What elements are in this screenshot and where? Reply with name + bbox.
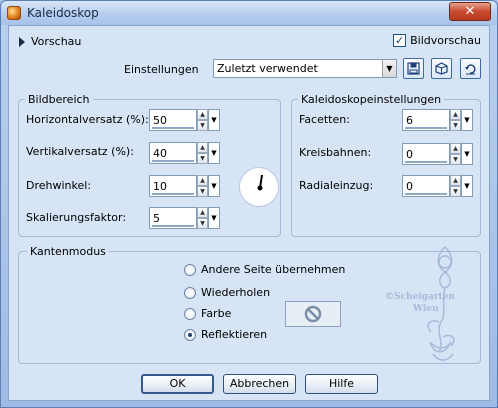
preview-checkbox-row[interactable]: ✓ Bildvorschau xyxy=(393,34,481,47)
watermark-text-1: ©Scheigarten xyxy=(385,292,455,302)
spin-arrows[interactable]: ▲ ▼ xyxy=(450,109,461,131)
edge-option-reflect-label: Reflektieren xyxy=(201,328,268,341)
scale-field[interactable]: 5 ▲ ▼ ▼ xyxy=(149,207,221,229)
help-button[interactable]: Hilfe xyxy=(305,374,378,394)
spin-down-icon[interactable]: ▼ xyxy=(197,153,208,164)
cancel-button[interactable]: Abbrechen xyxy=(223,374,296,394)
watermark-logo: ©Scheigarten Wien xyxy=(375,242,485,372)
reset-button[interactable] xyxy=(431,58,452,79)
radio-reflect[interactable] xyxy=(184,328,196,341)
edge-option-wrap-label: Andere Seite übernehmen xyxy=(201,263,346,276)
watermark-text-2: Wien xyxy=(413,304,439,314)
vertical-offset-label: Vertikalversatz (%): xyxy=(26,145,134,158)
undo-icon xyxy=(465,64,476,75)
spin-up-icon[interactable]: ▲ xyxy=(450,109,461,120)
no-color-icon xyxy=(304,305,322,323)
horizontal-offset-field[interactable]: 50 ▲ ▼ ▼ xyxy=(149,109,221,131)
edge-option-reflect[interactable]: Reflektieren xyxy=(184,328,267,341)
preview-toggle[interactable]: Vorschau xyxy=(19,35,81,48)
facets-field[interactable]: 6 ▲ ▼ ▼ xyxy=(402,109,474,131)
rotation-field[interactable]: 10 ▲ ▼ ▼ xyxy=(149,175,221,197)
radio-color[interactable] xyxy=(184,307,196,320)
spin-down-icon[interactable]: ▼ xyxy=(450,154,461,165)
spin-arrows[interactable]: ▲ ▼ xyxy=(450,143,461,165)
preview-checkbox-label: Bildvorschau xyxy=(410,34,481,47)
scale-label: Skalierungsfaktor: xyxy=(26,211,127,224)
spin-down-icon[interactable]: ▼ xyxy=(197,186,208,197)
radio-repeat[interactable] xyxy=(184,286,196,299)
dropdown-arrow-icon[interactable]: ▼ xyxy=(208,142,220,164)
dropdown-arrow-icon[interactable]: ▼ xyxy=(382,60,396,77)
preview-checkbox[interactable]: ✓ xyxy=(393,34,407,47)
dropdown-arrow-icon[interactable]: ▼ xyxy=(208,175,220,197)
rotation-dial[interactable] xyxy=(239,167,279,207)
title-bar[interactable]: Kaleidoskop ✕ xyxy=(1,1,497,25)
radial-suction-label: Radialeinzug: xyxy=(299,179,374,192)
horizontal-offset-input[interactable]: 50 xyxy=(149,109,197,131)
settings-dropdown[interactable]: Zuletzt verwendet ▼ xyxy=(213,59,397,78)
spin-arrows[interactable]: ▲ ▼ xyxy=(197,142,208,164)
close-button[interactable]: ✕ xyxy=(449,2,491,21)
spin-down-icon[interactable]: ▼ xyxy=(197,218,208,229)
spin-up-icon[interactable]: ▲ xyxy=(197,207,208,218)
ok-button[interactable]: OK xyxy=(141,374,214,394)
spin-down-icon[interactable]: ▼ xyxy=(197,120,208,131)
edge-option-color[interactable]: Farbe xyxy=(184,307,231,320)
horizontal-offset-label: Horizontalversatz (%): xyxy=(26,113,149,126)
spin-up-icon[interactable]: ▲ xyxy=(197,175,208,186)
bildbereich-title: Bildbereich xyxy=(25,93,93,106)
facets-input[interactable]: 6 xyxy=(402,109,450,131)
dialog-window: Kaleidoskop ✕ Vorschau ✓ Bildvorschau Ei… xyxy=(0,0,498,408)
scale-input[interactable]: 5 xyxy=(149,207,197,229)
spin-up-icon[interactable]: ▲ xyxy=(197,109,208,120)
kantenmodus-title: Kantenmodus xyxy=(27,245,109,258)
radio-wrap[interactable] xyxy=(184,263,196,276)
radial-suction-field[interactable]: 0 ▲ ▼ ▼ xyxy=(402,175,474,197)
undo-button[interactable] xyxy=(460,58,481,79)
expand-triangle-icon xyxy=(19,36,25,47)
orbits-input[interactable]: 0 xyxy=(402,143,450,165)
dropdown-arrow-icon[interactable]: ▼ xyxy=(208,207,220,229)
rotation-label: Drehwinkel: xyxy=(26,179,92,192)
edge-color-swatch[interactable] xyxy=(285,301,341,327)
orbits-label: Kreisbahnen: xyxy=(299,146,372,159)
edge-option-wrap[interactable]: Andere Seite übernehmen xyxy=(184,263,345,276)
vertical-offset-input[interactable]: 40 xyxy=(149,142,197,164)
dropdown-arrow-icon[interactable]: ▼ xyxy=(461,143,473,165)
kaleido-title: Kaleidoskopeinstellungen xyxy=(298,93,445,106)
radial-suction-input[interactable]: 0 xyxy=(402,175,450,197)
edge-option-color-label: Farbe xyxy=(201,307,232,320)
spin-down-icon[interactable]: ▼ xyxy=(450,186,461,197)
dial-needle-icon xyxy=(257,174,263,191)
window-title: Kaleidoskop xyxy=(27,6,99,20)
settings-label: Einstellungen xyxy=(124,63,199,76)
spin-arrows[interactable]: ▲ ▼ xyxy=(197,175,208,197)
edge-option-repeat-label: Wiederholen xyxy=(201,286,271,299)
save-preset-button[interactable] xyxy=(403,58,424,79)
dropdown-arrow-icon[interactable]: ▼ xyxy=(461,175,473,197)
spin-up-icon[interactable]: ▲ xyxy=(450,143,461,154)
facets-label: Facetten: xyxy=(299,113,350,126)
spin-down-icon[interactable]: ▼ xyxy=(450,120,461,131)
spin-arrows[interactable]: ▲ ▼ xyxy=(197,109,208,131)
settings-dropdown-value: Zuletzt verwendet xyxy=(217,62,318,75)
kaleidoscope-app-icon xyxy=(7,6,21,20)
dropdown-arrow-icon[interactable]: ▼ xyxy=(208,109,220,131)
reset-icon xyxy=(435,62,448,75)
rotation-input[interactable]: 10 xyxy=(149,175,197,197)
preview-label: Vorschau xyxy=(31,35,82,48)
spin-up-icon[interactable]: ▲ xyxy=(450,175,461,186)
dropdown-arrow-icon[interactable]: ▼ xyxy=(461,109,473,131)
edge-option-repeat[interactable]: Wiederholen xyxy=(184,286,270,299)
vertical-offset-field[interactable]: 40 ▲ ▼ ▼ xyxy=(149,142,221,164)
orbits-field[interactable]: 0 ▲ ▼ ▼ xyxy=(402,143,474,165)
spin-arrows[interactable]: ▲ ▼ xyxy=(450,175,461,197)
dialog-content: Vorschau ✓ Bildvorschau Einstellungen Zu… xyxy=(8,25,490,401)
spin-arrows[interactable]: ▲ ▼ xyxy=(197,207,208,229)
spin-up-icon[interactable]: ▲ xyxy=(197,142,208,153)
save-preset-icon xyxy=(407,62,420,75)
